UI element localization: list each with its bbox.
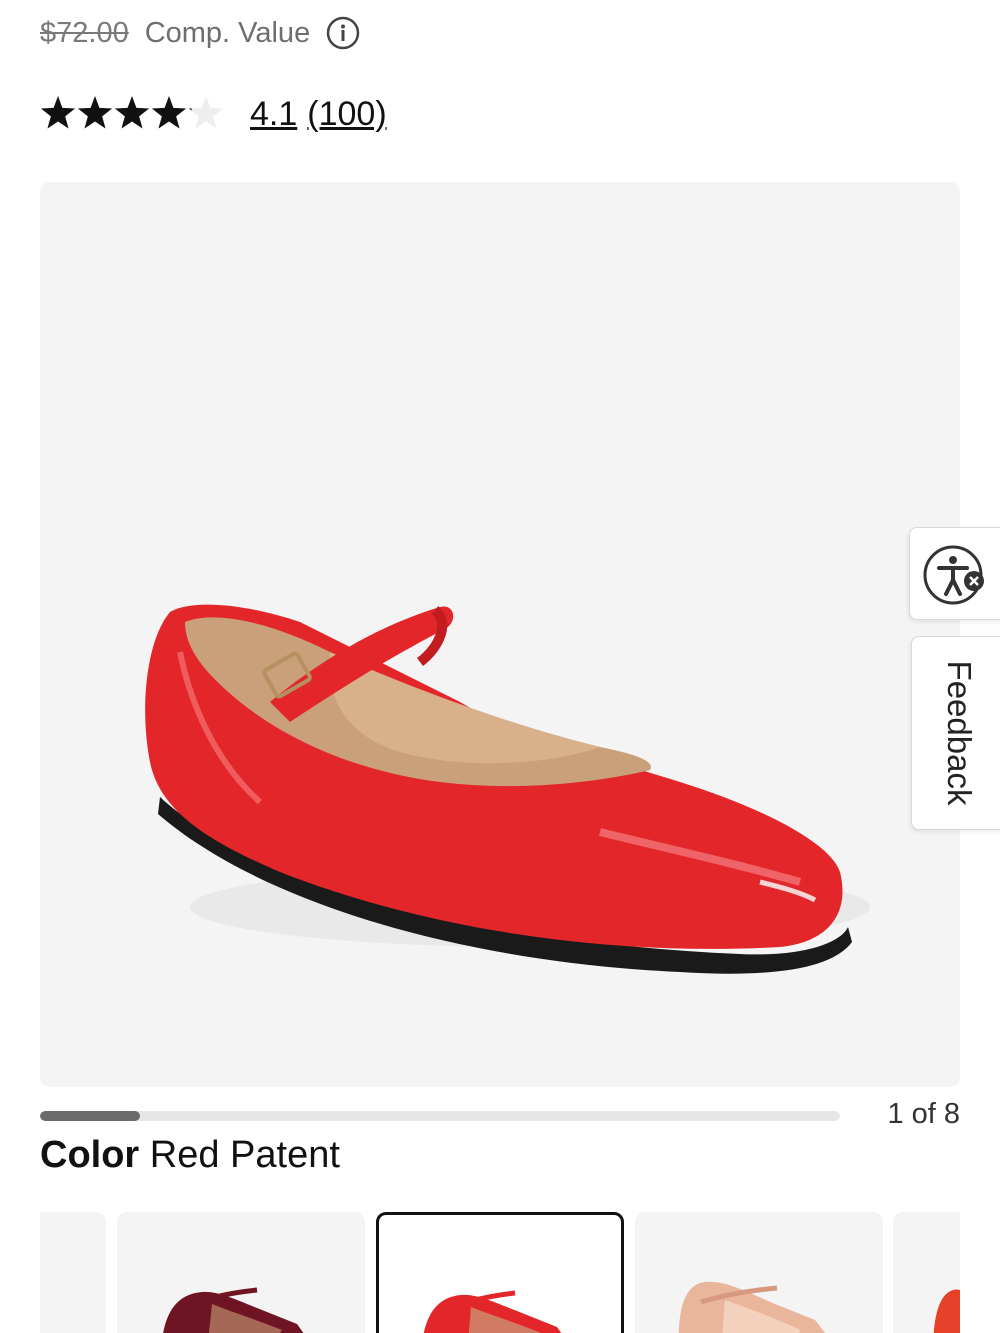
color-swatch-partial-left[interactable] (40, 1212, 106, 1333)
star-filled-icon (40, 96, 76, 129)
color-value: Red Patent (149, 1134, 340, 1176)
star-filled-icon (114, 96, 150, 129)
color-selection-label: Color Red Patent (40, 1134, 340, 1177)
review-count-link[interactable]: (100) (307, 95, 386, 134)
image-counter: 1 of 8 (887, 1098, 960, 1130)
gallery-progress-bar (40, 1111, 840, 1121)
rating-value-link[interactable]: 4.1 (250, 95, 297, 134)
star-empty-icon (188, 96, 224, 129)
color-label: Color (40, 1134, 140, 1176)
comp-value-label: Comp. Value (144, 16, 311, 49)
product-image-gallery[interactable] (40, 182, 960, 1087)
comp-value-price: $72.00 (40, 16, 129, 49)
color-swatch-carousel[interactable] (40, 1210, 960, 1333)
accessibility-icon (923, 545, 984, 605)
price-row: $72.00 Comp. Value (40, 10, 360, 56)
color-swatch-burgundy[interactable] (117, 1212, 365, 1333)
info-circle-icon[interactable] (326, 16, 360, 50)
color-swatch-nude[interactable] (635, 1212, 883, 1333)
rating-row[interactable]: 4.1 (100) (40, 90, 387, 138)
star-filled-icon (77, 96, 113, 129)
star-filled-icon (151, 96, 187, 129)
feedback-tab[interactable]: Feedback (911, 636, 1000, 830)
gallery-progress-fill (40, 1111, 140, 1121)
feedback-label: Feedback (941, 660, 978, 806)
color-swatch-orange-partial[interactable] (893, 1212, 960, 1333)
color-swatch-red-patent[interactable] (376, 1212, 624, 1333)
accessibility-tab[interactable] (909, 527, 1000, 620)
star-rating (40, 94, 225, 134)
product-image-red-mary-jane-flat (145, 604, 870, 974)
